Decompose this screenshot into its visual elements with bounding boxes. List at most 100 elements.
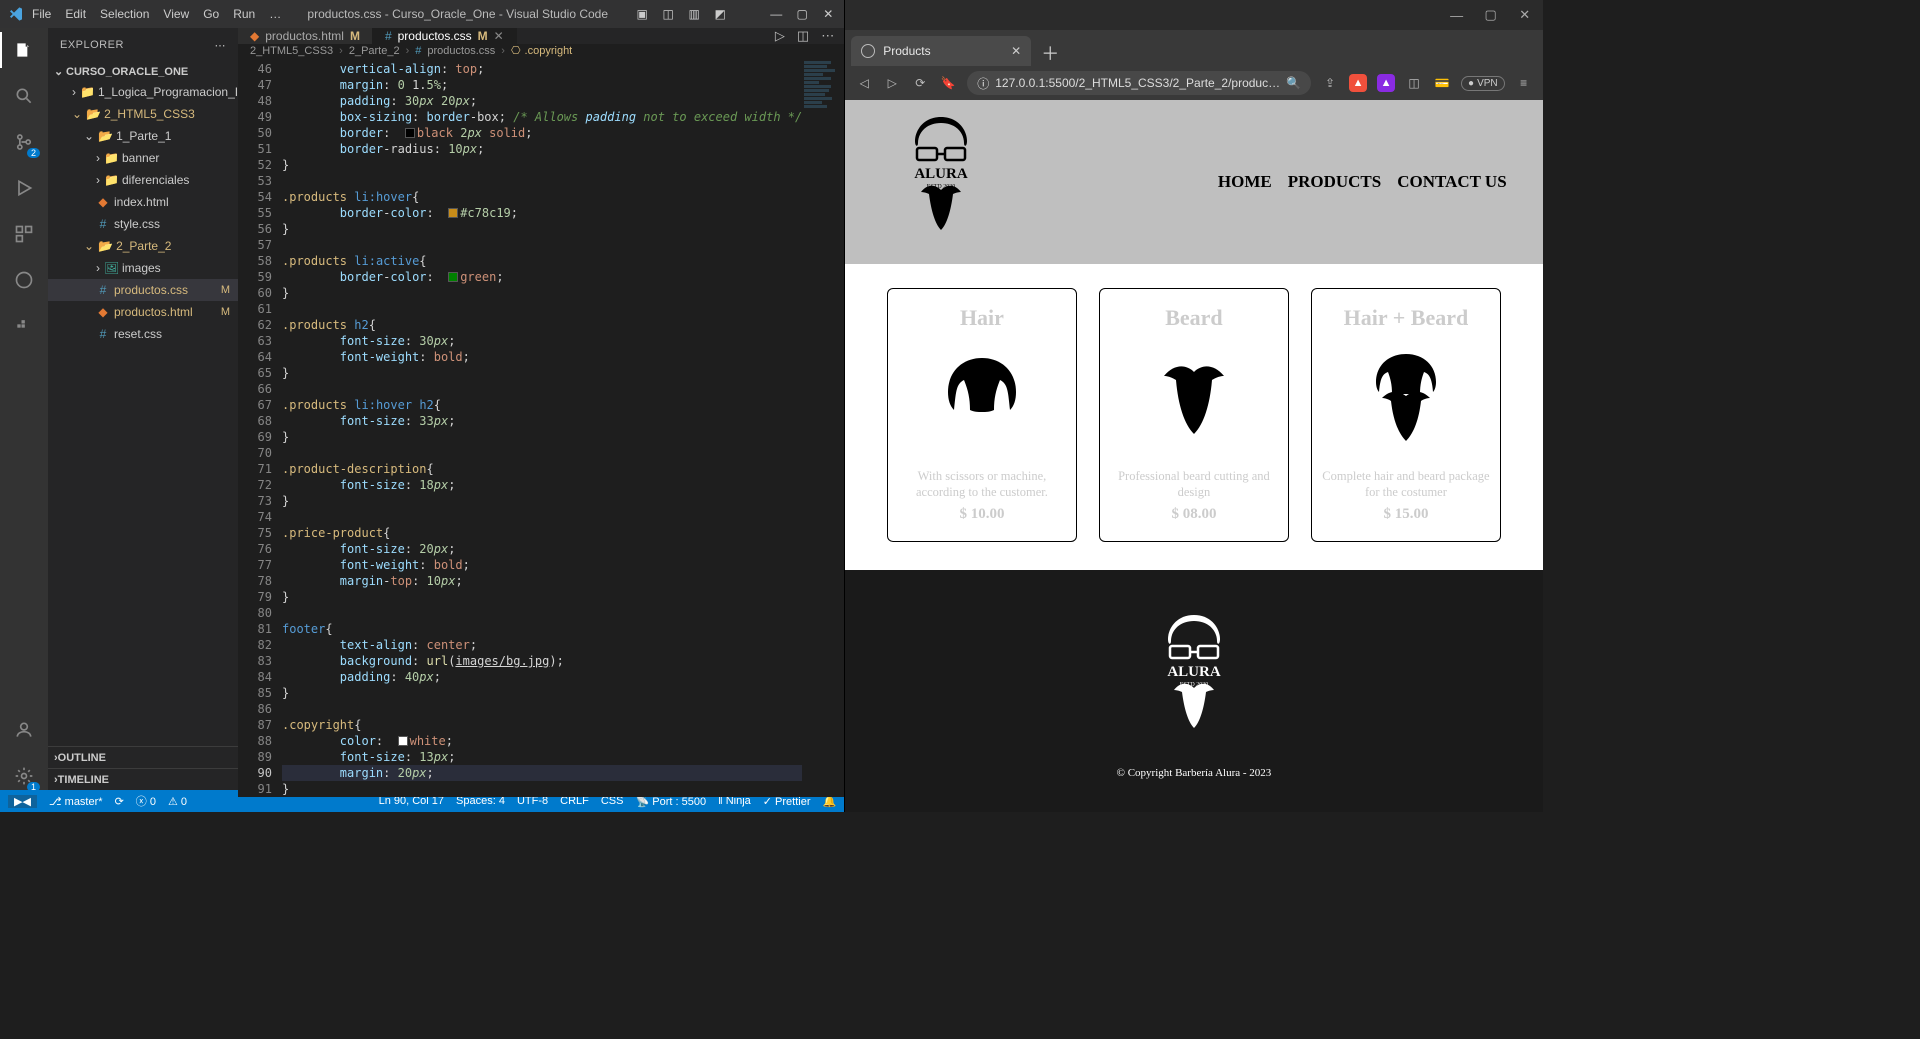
wallet-icon[interactable]: 💳: [1433, 76, 1451, 90]
close-tab-icon[interactable]: ✕: [1011, 44, 1021, 58]
activity-search-icon[interactable]: [10, 82, 38, 110]
remote-indicator-icon[interactable]: ▶◀: [8, 795, 37, 808]
activity-github-icon[interactable]: [10, 266, 38, 294]
outline-section[interactable]: ›OUTLINE: [48, 746, 238, 768]
new-tab-icon[interactable]: ＋: [1031, 40, 1069, 66]
activity-extensions-icon[interactable]: [10, 220, 38, 248]
explorer-more-icon[interactable]: ⋯: [215, 39, 227, 52]
nav-products[interactable]: PRODUCTS: [1288, 172, 1382, 192]
close-tab-icon[interactable]: ✕: [494, 29, 504, 43]
folder-root[interactable]: ⌄ CURSO_ORACLE_ONE: [48, 62, 238, 81]
activity-sourcecontrol-icon[interactable]: 2: [10, 128, 38, 156]
product-title: Hair: [898, 305, 1066, 331]
browser-toolbar: ◁ ▷ ⟳ 🔖 ⓘ 127.0.0.1:5500/2_HTML5_CSS3/2_…: [845, 66, 1542, 100]
product-title: Hair + Beard: [1322, 305, 1490, 331]
products-section: Hair With scissors or machine, according…: [845, 264, 1542, 570]
status-errors[interactable]: ⓧ 0: [136, 793, 156, 809]
folder-logica[interactable]: ›📁1_Logica_Programacion_I: [48, 81, 238, 103]
nav-forward-icon[interactable]: ▷: [883, 76, 901, 90]
status-branch[interactable]: ⎇ master*: [49, 795, 103, 808]
tab-productos-html[interactable]: ◆ productos.html M: [238, 28, 373, 44]
window-minimize-icon[interactable]: —: [1449, 8, 1465, 23]
split-editor-icon[interactable]: ◫: [797, 28, 809, 44]
folder-html5[interactable]: ⌄📂2_HTML5_CSS3: [48, 103, 238, 125]
nav-contact[interactable]: CONTACT US: [1397, 172, 1506, 192]
activitybar: 2 1: [0, 28, 48, 790]
product-card-hairbeard[interactable]: Hair + Beard Complete hair and beard pac…: [1311, 288, 1501, 542]
window-maximize-icon[interactable]: ▢: [794, 7, 810, 21]
folder-parte2[interactable]: ⌄📂2_Parte_2: [48, 235, 238, 257]
activity-settings-icon[interactable]: 1: [10, 762, 38, 790]
nav-home[interactable]: HOME: [1218, 172, 1272, 192]
file-reset[interactable]: #reset.css: [48, 323, 238, 345]
copyright-text: © Copyright Barbería Alura - 2023: [1117, 767, 1272, 779]
menu-view[interactable]: View: [163, 7, 189, 21]
line-gutter: 4647484950515253545556575859606162636465…: [238, 57, 282, 797]
status-sync[interactable]: ⟳: [115, 795, 124, 808]
code-editor[interactable]: vertical-align: top; margin: 0 1.5%; pad…: [282, 57, 802, 797]
browser-titlebar: — ▢ ✕: [845, 0, 1542, 30]
product-card-hair[interactable]: Hair With scissors or machine, according…: [887, 288, 1077, 542]
file-index[interactable]: ◆index.html: [48, 191, 238, 213]
sidepanel-icon[interactable]: ◫: [1405, 76, 1423, 90]
svg-text:ALURA: ALURA: [915, 166, 969, 182]
page-logo: ALURA ESTD 2020: [881, 112, 1001, 252]
activity-docker-icon[interactable]: [10, 312, 38, 340]
activity-explorer-icon[interactable]: [10, 36, 38, 64]
editor-area: ◆ productos.html M # productos.css M ✕ ▷…: [238, 28, 844, 790]
vpn-badge[interactable]: ● VPN: [1461, 76, 1505, 91]
file-productos-css[interactable]: #productos.cssM: [48, 279, 238, 301]
url-text: 127.0.0.1:5500/2_HTML5_CSS3/2_Parte_2/pr…: [995, 76, 1280, 90]
page-viewport: ALURA ESTD 2020 HOME PRODUCTS CONTACT US…: [845, 100, 1542, 812]
product-price: $ 15.00: [1322, 506, 1490, 523]
run-icon[interactable]: ▷: [775, 28, 785, 44]
activity-debug-icon[interactable]: [10, 174, 38, 202]
menu-go[interactable]: Go: [203, 7, 219, 21]
layout-toggle-1-icon[interactable]: ▣: [634, 7, 650, 21]
folder-banner[interactable]: ›📁banner: [48, 147, 238, 169]
file-style[interactable]: #style.css: [48, 213, 238, 235]
menu-edit[interactable]: Edit: [65, 7, 86, 21]
window-title: productos.css - Curso_Oracle_One - Visua…: [281, 7, 634, 21]
browser-tab-products[interactable]: Products ✕: [851, 36, 1031, 66]
page-header: ALURA ESTD 2020 HOME PRODUCTS CONTACT US: [845, 100, 1542, 264]
share-icon[interactable]: ⇪: [1321, 76, 1339, 90]
status-warnings[interactable]: ⚠ 0: [168, 795, 187, 808]
window-maximize-icon[interactable]: ▢: [1483, 7, 1499, 23]
minimap[interactable]: [802, 57, 844, 797]
more-editor-icon[interactable]: ⋯: [821, 28, 834, 44]
browser-tab-label: Products: [883, 44, 930, 58]
bookmark-icon[interactable]: 🔖: [939, 76, 957, 90]
vscode-window: File Edit Selection View Go Run … produc…: [0, 0, 845, 812]
file-productos-html[interactable]: ◆productos.htmlM: [48, 301, 238, 323]
brave-rewards-icon[interactable]: ▲: [1377, 74, 1395, 92]
menu-run[interactable]: Run: [233, 7, 255, 21]
window-minimize-icon[interactable]: —: [768, 7, 784, 21]
window-close-icon[interactable]: ✕: [1517, 7, 1533, 23]
nav-back-icon[interactable]: ◁: [855, 76, 873, 90]
nav-reload-icon[interactable]: ⟳: [911, 76, 929, 90]
window-close-icon[interactable]: ✕: [820, 7, 836, 21]
layout-toggle-4-icon[interactable]: ◩: [712, 7, 728, 21]
product-price: $ 08.00: [1110, 506, 1278, 523]
layout-toggle-3-icon[interactable]: ▥: [686, 7, 702, 21]
product-card-beard[interactable]: Beard Professional beard cutting and des…: [1099, 288, 1289, 542]
layout-toggle-2-icon[interactable]: ◫: [660, 7, 676, 21]
menu-more[interactable]: …: [269, 7, 281, 21]
folder-parte1[interactable]: ⌄📂1_Parte_1: [48, 125, 238, 147]
tab-productos-css[interactable]: # productos.css M ✕: [373, 28, 517, 44]
url-input[interactable]: ⓘ 127.0.0.1:5500/2_HTML5_CSS3/2_Parte_2/…: [967, 71, 1311, 95]
timeline-section[interactable]: ›TIMELINE: [48, 768, 238, 790]
menu-file[interactable]: File: [32, 7, 51, 21]
svg-text:ALURA: ALURA: [1167, 664, 1221, 680]
brave-shield-icon[interactable]: ▲: [1349, 74, 1367, 92]
not-secure-icon: ⓘ: [977, 75, 989, 92]
folder-images[interactable]: ›🖼images: [48, 257, 238, 279]
zoom-icon[interactable]: 🔍: [1286, 76, 1301, 90]
menu-hamburger-icon[interactable]: ≡: [1515, 76, 1533, 90]
menu-selection[interactable]: Selection: [100, 7, 149, 21]
activity-accounts-icon[interactable]: [10, 716, 38, 744]
folder-diferenciales[interactable]: ›📁diferenciales: [48, 169, 238, 191]
breadcrumb[interactable]: 2_HTML5_CSS3 2_Parte_2 #productos.css ⎔ …: [238, 44, 844, 57]
product-title: Beard: [1110, 305, 1278, 331]
